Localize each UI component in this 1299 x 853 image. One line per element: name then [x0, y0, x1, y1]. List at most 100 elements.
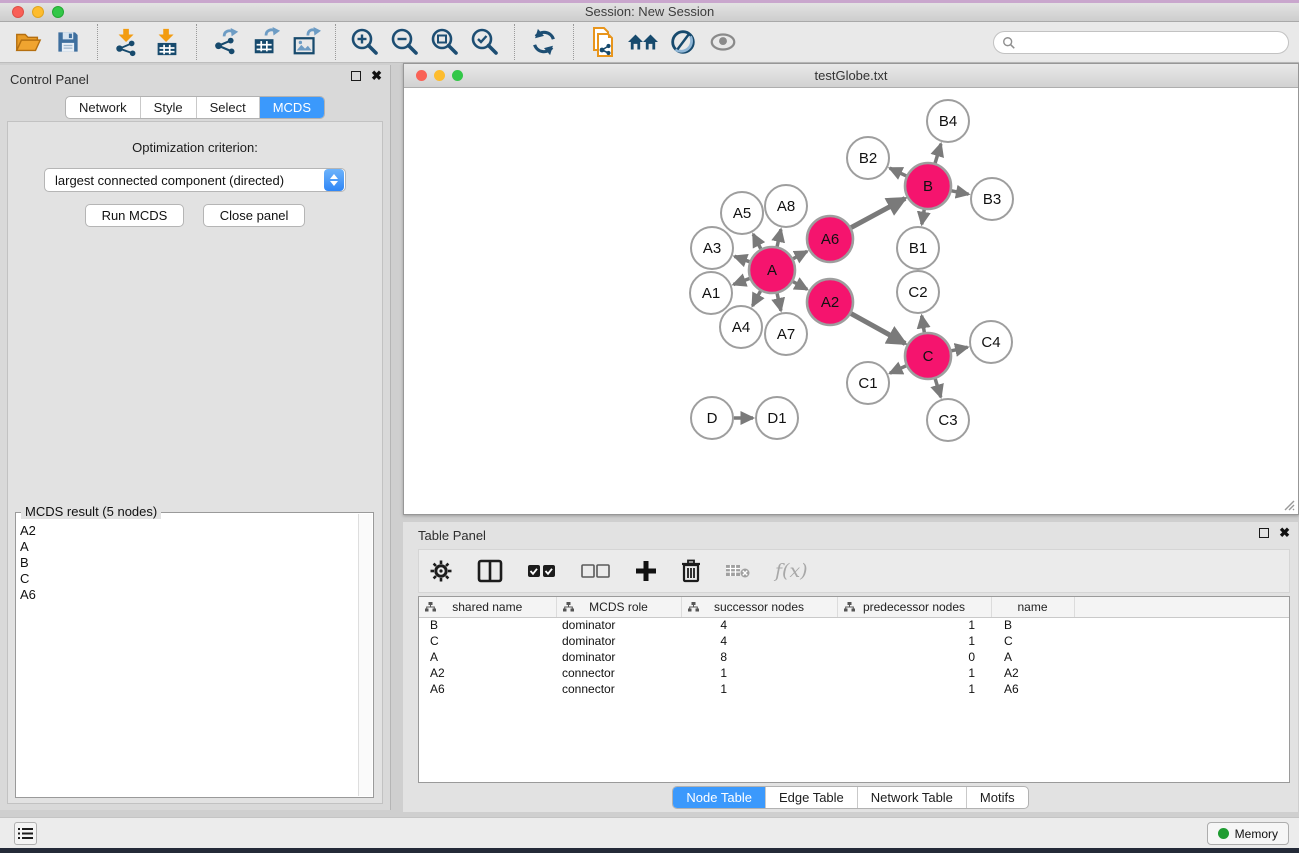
- edge-A-A1[interactable]: [734, 279, 750, 285]
- result-list-item[interactable]: A6: [20, 587, 357, 603]
- edge-C-C1[interactable]: [890, 366, 906, 373]
- edge-B-B3[interactable]: [952, 191, 969, 194]
- column-header-shared-name[interactable]: shared name: [419, 597, 556, 617]
- table-cell[interactable]: dominator: [556, 649, 681, 665]
- edge-C-C2[interactable]: [922, 316, 925, 333]
- tab-edge-table[interactable]: Edge Table: [766, 787, 858, 808]
- tab-motifs[interactable]: Motifs: [967, 787, 1028, 808]
- split-columns-icon[interactable]: [477, 556, 503, 586]
- select-all-checkboxes-icon[interactable]: [527, 556, 557, 586]
- graph-node-A8[interactable]: A8: [765, 185, 807, 227]
- open-session-icon[interactable]: [10, 24, 46, 60]
- column-header-name[interactable]: name: [991, 597, 1074, 617]
- tab-select[interactable]: Select: [197, 97, 260, 118]
- search-field[interactable]: [993, 31, 1289, 54]
- result-list-item[interactable]: B: [20, 555, 357, 571]
- resize-grip-icon[interactable]: [1281, 497, 1295, 511]
- table-cell[interactable]: dominator: [556, 633, 681, 649]
- optimization-criterion-dropdown[interactable]: largest connected component (directed): [44, 168, 346, 192]
- add-column-icon[interactable]: [635, 556, 657, 586]
- result-scrollbar[interactable]: [358, 514, 372, 796]
- edge-A-A8[interactable]: [777, 229, 781, 246]
- graph-node-C[interactable]: C: [905, 333, 951, 379]
- float-panel-icon[interactable]: [351, 71, 361, 81]
- graph-node-C4[interactable]: C4: [970, 321, 1012, 363]
- import-table-icon[interactable]: [149, 24, 185, 60]
- graph-node-A7[interactable]: A7: [765, 313, 807, 355]
- graph-node-A[interactable]: A: [749, 247, 795, 293]
- network-file-icon[interactable]: [585, 24, 621, 60]
- table-cell[interactable]: 4: [681, 633, 837, 649]
- table-cell[interactable]: dominator: [556, 617, 681, 633]
- edge-A-A2[interactable]: [793, 282, 807, 290]
- tab-mcds[interactable]: MCDS: [260, 97, 324, 118]
- graph-node-A5[interactable]: A5: [721, 192, 763, 234]
- edge-B-B1[interactable]: [922, 210, 924, 225]
- graph-node-B4[interactable]: B4: [927, 100, 969, 142]
- edge-A-A5[interactable]: [753, 234, 761, 249]
- table-cell[interactable]: 1: [837, 633, 991, 649]
- memory-button[interactable]: Memory: [1207, 822, 1289, 845]
- search-input[interactable]: [1021, 35, 1280, 50]
- result-list-item[interactable]: A2: [20, 523, 357, 539]
- edge-C-C3[interactable]: [935, 379, 941, 397]
- graph-node-A1[interactable]: A1: [690, 272, 732, 314]
- edge-B-B2[interactable]: [890, 168, 907, 176]
- tab-node-table[interactable]: Node Table: [673, 787, 766, 808]
- table-cell[interactable]: A2: [991, 665, 1074, 681]
- graph-node-C3[interactable]: C3: [927, 399, 969, 441]
- graph-node-B1[interactable]: B1: [897, 227, 939, 269]
- function-builder-icon[interactable]: f(x): [775, 556, 808, 586]
- table-cell[interactable]: 4: [681, 617, 837, 633]
- task-history-icon[interactable]: [14, 822, 37, 845]
- close-window-icon[interactable]: [12, 6, 24, 18]
- edge-B-B4[interactable]: [935, 144, 941, 163]
- result-list-item[interactable]: A: [20, 539, 357, 555]
- edge-A-A7[interactable]: [777, 293, 781, 310]
- graph-node-B3[interactable]: B3: [971, 178, 1013, 220]
- network-close-icon[interactable]: [416, 70, 427, 81]
- graph-node-C2[interactable]: C2: [897, 271, 939, 313]
- table-cell[interactable]: A6: [419, 681, 556, 697]
- column-header-predecessor-nodes[interactable]: predecessor nodes: [837, 597, 991, 617]
- graph-node-D[interactable]: D: [691, 397, 733, 439]
- cybrowser-home-icon[interactable]: [625, 24, 661, 60]
- table-cell[interactable]: connector: [556, 681, 681, 697]
- deselect-all-checkboxes-icon[interactable]: [581, 556, 611, 586]
- close-panel-button[interactable]: Close panel: [203, 204, 306, 227]
- network-canvas[interactable]: AA1A2A3A4A5A6A7A8BB1B2B3B4CC1C2C3C4DD1: [405, 89, 1297, 513]
- table-cell[interactable]: C: [419, 633, 556, 649]
- graph-node-A3[interactable]: A3: [691, 227, 733, 269]
- table-cell[interactable]: 1: [837, 681, 991, 697]
- close-panel-icon[interactable]: ✖: [371, 71, 382, 81]
- result-list-item[interactable]: C: [20, 571, 357, 587]
- table-cell[interactable]: 1: [837, 617, 991, 633]
- mcds-result-list[interactable]: A2ABCA6: [20, 523, 357, 795]
- graph-node-A6[interactable]: A6: [807, 216, 853, 262]
- table-cell[interactable]: A: [419, 649, 556, 665]
- table-row[interactable]: Bdominator41B: [419, 617, 1289, 633]
- zoom-out-icon[interactable]: [387, 24, 423, 60]
- zoom-selected-icon[interactable]: [467, 24, 503, 60]
- graph-node-A2[interactable]: A2: [807, 279, 853, 325]
- network-minimize-icon[interactable]: [434, 70, 445, 81]
- export-image-icon[interactable]: [288, 24, 324, 60]
- graph-node-A4[interactable]: A4: [720, 306, 762, 348]
- run-mcds-button[interactable]: Run MCDS: [85, 204, 185, 227]
- table-cell[interactable]: A2: [419, 665, 556, 681]
- graph-node-B2[interactable]: B2: [847, 137, 889, 179]
- table-cell[interactable]: 0: [837, 649, 991, 665]
- delete-column-icon[interactable]: [681, 556, 701, 586]
- settings-gear-icon[interactable]: [429, 556, 453, 586]
- edge-C-C4[interactable]: [951, 347, 967, 351]
- table-cell[interactable]: A6: [991, 681, 1074, 697]
- table-cell[interactable]: A: [991, 649, 1074, 665]
- network-maximize-icon[interactable]: [452, 70, 463, 81]
- tab-style[interactable]: Style: [141, 97, 197, 118]
- show-graphics-details-icon[interactable]: [705, 24, 741, 60]
- edge-A2-C[interactable]: [851, 314, 905, 344]
- zoom-window-icon[interactable]: [52, 6, 64, 18]
- table-cell[interactable]: B: [991, 617, 1074, 633]
- zoom-in-icon[interactable]: [347, 24, 383, 60]
- table-cell[interactable]: connector: [556, 665, 681, 681]
